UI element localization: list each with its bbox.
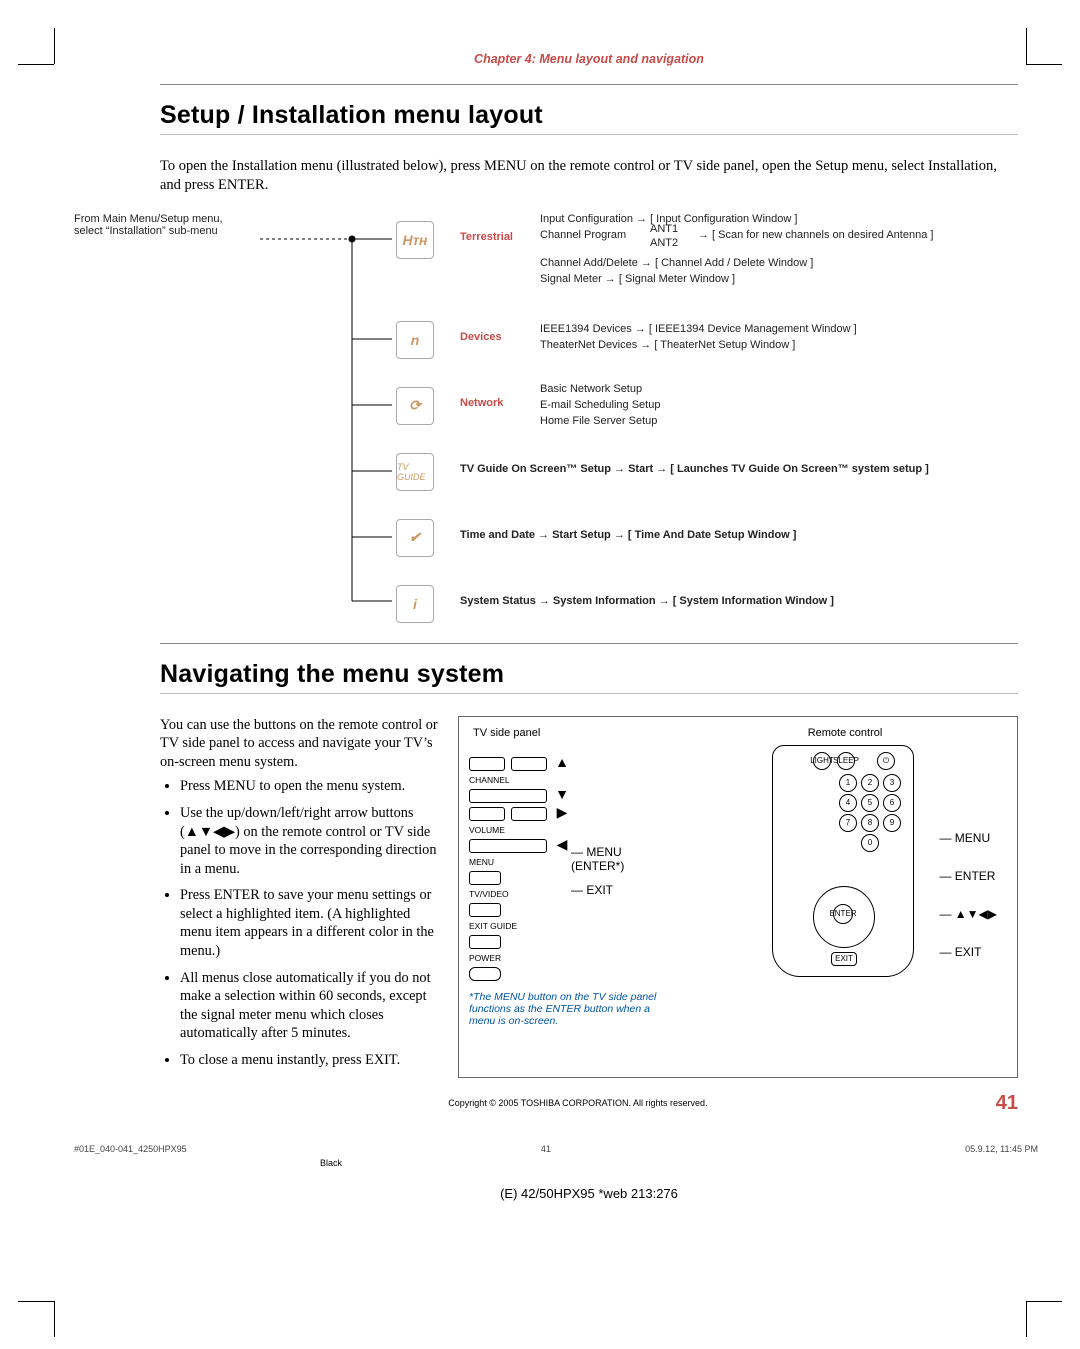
crop-mark (36, 1283, 72, 1319)
nav-bullet: All menus close automatically if you do … (180, 969, 440, 1043)
crop-mark (1008, 1283, 1044, 1319)
heading-setup: Setup / Installation menu layout (160, 101, 1018, 130)
page-number: 41 (996, 1092, 1018, 1115)
remote-control: LIGHT SLEEP ⏻ 123 456 789 0 ENTER EXIT (772, 745, 914, 977)
fig-tv-title: TV side panel (473, 727, 659, 739)
rule (160, 643, 1018, 644)
tv-note: *The MENU button on the TV side panel fu… (469, 991, 659, 1027)
rc-exit-label: EXIT (955, 945, 982, 959)
nav-bullet: Press MENU to open the menu system. (180, 777, 440, 796)
footer-left: #01E_040-041_4250HPX95 (74, 1144, 187, 1154)
tv-exit-label: EXIT (586, 883, 613, 897)
nav-intro: You can use the buttons on the remote co… (160, 716, 440, 772)
rule (160, 84, 1018, 85)
figure-box: TV side panel ▲ CHANNEL ▼ ▶ VOLUME ◀ MEN… (458, 716, 1018, 1078)
fig-rc-title: Remote control (683, 727, 1007, 739)
footer-right: 05.9.12, 11:45 PM (965, 1144, 1038, 1154)
nav-bullet: Use the up/down/left/right arrow buttons… (180, 804, 440, 878)
rc-menu-label: MENU (955, 831, 990, 845)
rc-enter-label: ENTER (955, 869, 996, 883)
nav-bullet: To close a menu instantly, press EXIT. (180, 1051, 440, 1070)
footer-mid: 41 (541, 1144, 551, 1154)
rule (160, 693, 1018, 694)
menu-tree: From Main Menu/Setup menu, select “Insta… (160, 213, 1018, 643)
footer-jobid: (E) 42/50HPX95 *web 213:276 (160, 1186, 1018, 1201)
rule (160, 134, 1018, 135)
heading-nav: Navigating the menu system (160, 660, 1018, 689)
tv-menu-label: MENU (ENTER*) (571, 845, 624, 873)
rc-arrows-label: ▲▼◀▶ (955, 907, 997, 921)
nav-bullet: Press ENTER to save your menu settings o… (180, 886, 440, 960)
intro-setup: To open the Installation menu (illustrat… (160, 157, 1018, 195)
tree-connectors (160, 213, 1018, 643)
chapter-header: Chapter 4: Menu layout and navigation (160, 52, 1018, 66)
footer-black: Black (320, 1158, 1018, 1168)
tv-panel: ▲ CHANNEL ▼ ▶ VOLUME ◀ MENU TV/VIDEO EXI… (469, 753, 571, 985)
nav-bullets: Press MENU to open the menu system. Use … (166, 777, 440, 1069)
crop-mark (1008, 46, 1044, 82)
copyright: Copyright © 2005 TOSHIBA CORPORATION. Al… (160, 1098, 1018, 1108)
crop-mark (36, 46, 72, 82)
